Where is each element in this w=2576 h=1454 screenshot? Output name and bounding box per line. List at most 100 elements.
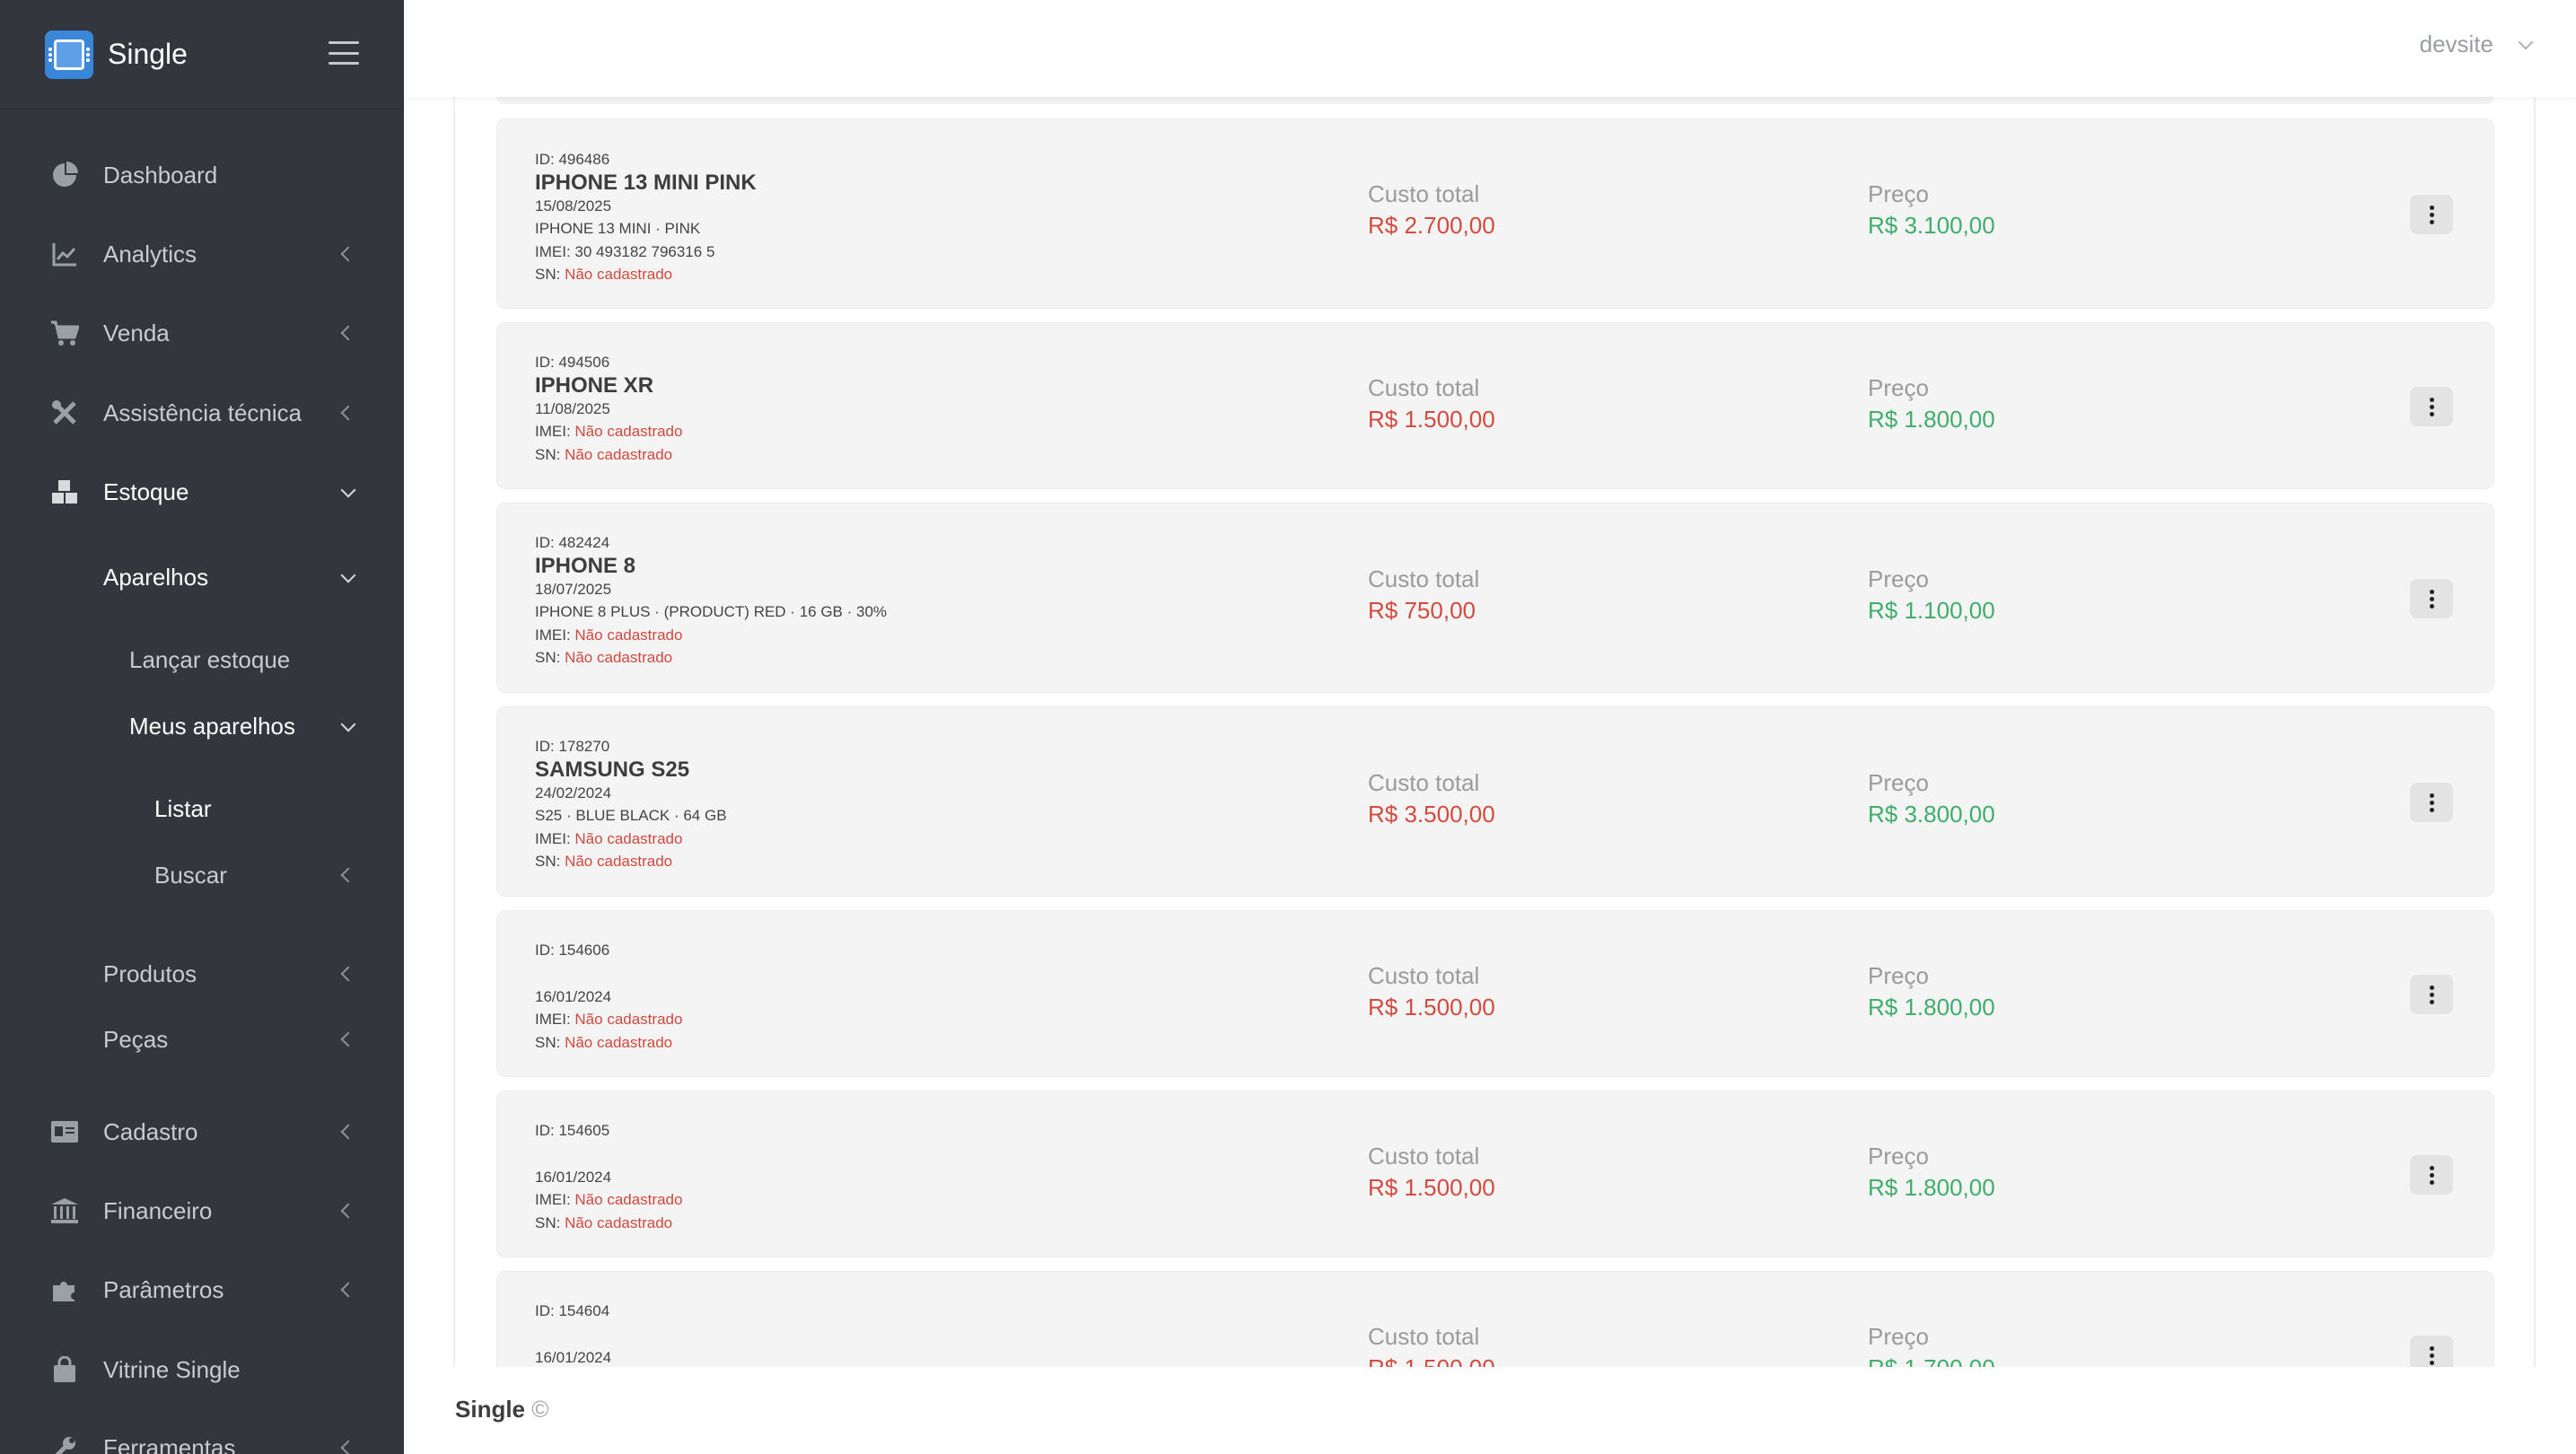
sidebar-item-financeiro[interactable]: Financeiro	[0, 1184, 404, 1238]
device-info: ID: 154606 16/01/2024 IMEI: Não cadastra…	[535, 939, 682, 1054]
sidebar-item-cadastro[interactable]: Cadastro	[0, 1105, 404, 1159]
device-date: 15/08/2025	[535, 197, 612, 215]
sidebar-item-parametros[interactable]: Parâmetros	[0, 1263, 404, 1317]
footer-brand: Single	[455, 1396, 526, 1423]
device-id: ID: 494506	[535, 354, 610, 371]
device-id: ID: 154604	[535, 1302, 610, 1319]
device-sn: SN: Não cadastrado	[535, 445, 673, 463]
sidebar-item-label: Estoque	[103, 477, 189, 505]
price: Preço R$ 1.800,00	[1868, 962, 1995, 1020]
device-card: ID: 154604 16/01/2024 Custo total R$ 1.5…	[496, 1271, 2494, 1367]
device-date: 16/01/2024	[535, 1348, 612, 1366]
cost-total: Custo total R$ 1.500,00	[1368, 962, 1495, 1020]
price: Preço R$ 3.800,00	[1868, 769, 1995, 828]
device-id: ID: 178270	[535, 738, 610, 755]
chevron-left-icon	[340, 1440, 356, 1454]
chevron-left-icon	[340, 246, 356, 262]
device-sn: SN: Não cadastrado	[535, 1033, 673, 1051]
device-title	[535, 1143, 682, 1166]
device-sn: SN: Não cadastrado	[535, 853, 673, 870]
chevron-left-icon	[340, 966, 356, 982]
device-title: SAMSUNG S25	[535, 757, 690, 782]
device-card: ID: 178270 SAMSUNG S25 24/02/2024 S25 · …	[496, 706, 2494, 897]
sidebar-item-meus-aparelhos[interactable]: Meus aparelhos	[0, 699, 404, 753]
device-info: ID: 482424 IPHONE 8 18/07/2025 IPHONE 8 …	[535, 531, 887, 670]
device-info: ID: 496486 IPHONE 13 MINI PINK 15/08/202…	[535, 148, 757, 286]
kebab-menu-icon[interactable]	[2410, 1155, 2453, 1195]
sidebar-item-lancar-estoque[interactable]: Lançar estoque	[0, 633, 404, 687]
sidebar-item-buscar[interactable]: Buscar	[0, 848, 404, 902]
device-imei: IMEI: Não cadastrado	[535, 829, 683, 847]
sidebar-item-analytics[interactable]: Analytics	[0, 227, 404, 281]
kebab-menu-icon[interactable]	[2410, 195, 2453, 234]
user-menu[interactable]: devsite	[2420, 31, 2534, 58]
device-card: ID: 496486 IPHONE 13 MINI PINK 15/08/202…	[496, 118, 2494, 309]
device-sn: SN: Não cadastrado	[535, 1213, 673, 1231]
chevron-down-icon	[340, 567, 356, 583]
sidebar-item-ferramentas[interactable]: Ferramentas	[0, 1421, 404, 1454]
price: Preço R$ 1.800,00	[1868, 1143, 1995, 1201]
sidebar-item-aparelhos[interactable]: Aparelhos	[0, 550, 404, 604]
device-card: ID: 494506 IPHONE XR 11/08/2025 IMEI: Nã…	[496, 322, 2494, 489]
copyright-icon: ©	[531, 1396, 549, 1423]
sidebar-item-pecas[interactable]: Peças	[0, 1012, 404, 1066]
chevron-left-icon	[340, 405, 356, 421]
sidebar-item-estoque[interactable]: Estoque	[0, 465, 404, 519]
sidebar-item-listar[interactable]: Listar	[0, 782, 404, 836]
pie-chart-icon	[50, 161, 79, 189]
sidebar-item-vitrine[interactable]: Vitrine Single	[0, 1343, 404, 1397]
brand: Single	[0, 0, 404, 109]
tools-icon	[50, 399, 79, 427]
price: Preço R$ 1.800,00	[1868, 374, 1995, 433]
hamburger-menu-icon[interactable]	[329, 41, 359, 65]
sidebar-item-label: Cadastro	[103, 1117, 198, 1145]
sidebar-item-label: Buscar	[154, 861, 227, 889]
id-card-icon	[50, 1117, 79, 1146]
sidebar-item-label: Assistência técnica	[103, 399, 302, 426]
device-details: IPHONE 8 PLUS · (PRODUCT) RED · 16 GB · …	[535, 603, 888, 620]
sidebar-item-label: Aparelhos	[103, 563, 209, 591]
list-item	[496, 97, 2494, 104]
price: Preço R$ 3.100,00	[1868, 180, 1995, 239]
sidebar-item-label: Financeiro	[103, 1196, 213, 1224]
kebab-menu-icon[interactable]	[2410, 783, 2453, 822]
kebab-menu-icon[interactable]	[2410, 975, 2453, 1014]
sidebar-item-dashboard[interactable]: Dashboard	[0, 148, 404, 202]
sidebar-item-produtos[interactable]: Produtos	[0, 947, 404, 1001]
cost-total: Custo total R$ 750,00	[1368, 565, 1480, 624]
kebab-menu-icon[interactable]	[2410, 387, 2453, 426]
sidebar-item-label: Meus aparelhos	[129, 712, 295, 740]
footer-text: Single ©	[455, 1396, 548, 1423]
device-sn: SN: Não cadastrado	[535, 649, 673, 666]
chevron-down-icon	[340, 482, 356, 498]
sidebar-item-label: Lançar estoque	[129, 645, 291, 673]
chevron-left-icon	[340, 1203, 356, 1219]
device-date: 18/07/2025	[535, 580, 612, 598]
cost-total: Custo total R$ 1.500,00	[1368, 374, 1495, 433]
price: Preço R$ 1.700,00	[1868, 1323, 1995, 1367]
line-chart-icon	[50, 240, 79, 268]
cost-total: Custo total R$ 2.700,00	[1368, 180, 1495, 239]
device-imei: IMEI: Não cadastrado	[535, 1011, 683, 1028]
device-id: ID: 482424	[535, 534, 610, 551]
sidebar-item-label: Dashboard	[103, 161, 218, 188]
device-id: ID: 154605	[535, 1122, 610, 1139]
sidebar-item-assistencia[interactable]: Assistência técnica	[0, 386, 404, 440]
kebab-menu-icon[interactable]	[2410, 579, 2453, 618]
device-title: IPHONE 13 MINI PINK	[535, 170, 757, 195]
price: Preço R$ 1.100,00	[1868, 565, 1995, 624]
topbar: devsite	[404, 0, 2576, 97]
device-title	[535, 1323, 611, 1346]
device-id: ID: 154606	[535, 942, 610, 959]
sidebar-item-venda[interactable]: Venda	[0, 306, 404, 360]
chevron-down-icon	[2518, 34, 2534, 49]
brand-name[interactable]: Single	[108, 38, 188, 71]
device-date: 24/02/2024	[535, 784, 612, 801]
sidebar-item-label: Parâmetros	[103, 1275, 224, 1303]
kebab-menu-icon[interactable]	[2410, 1336, 2453, 1367]
device-id: ID: 496486	[535, 151, 610, 168]
brand-logo-icon[interactable]	[45, 30, 93, 79]
device-card: ID: 482424 IPHONE 8 18/07/2025 IPHONE 8 …	[496, 503, 2494, 693]
device-imei: IMEI: 30 493182 796316 5	[535, 242, 715, 260]
chevron-left-icon	[340, 1031, 356, 1047]
